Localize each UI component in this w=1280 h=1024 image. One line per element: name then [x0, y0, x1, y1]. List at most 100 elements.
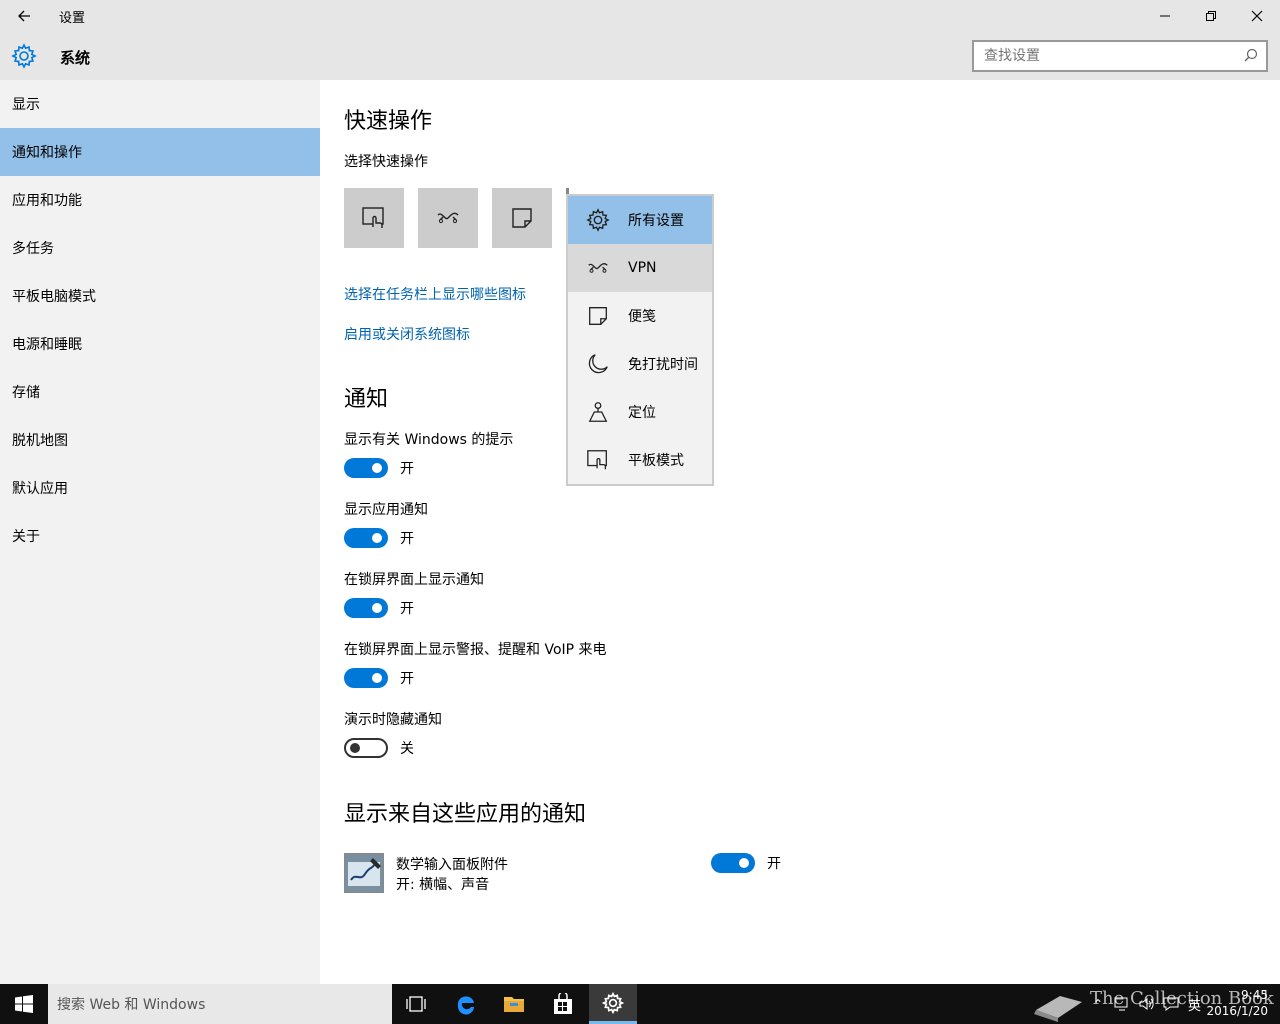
restore-icon	[1206, 11, 1216, 21]
toggle-windows-tips[interactable]: 开	[344, 458, 414, 478]
close-button[interactable]	[1234, 0, 1280, 32]
start-button[interactable]	[0, 984, 48, 1024]
taskbar-clock[interactable]: 9:45 2016/1/20	[1206, 987, 1268, 1019]
dropdown-item-vpn[interactable]: VPN	[568, 244, 712, 292]
show-hidden-icons-chevron-up-icon[interactable]: ⌃	[1088, 997, 1108, 1011]
restore-button[interactable]	[1188, 0, 1234, 32]
toggle-switch[interactable]	[344, 668, 388, 688]
quick-action-slot-2[interactable]	[418, 188, 478, 248]
setting-label-lockscreen-alarms: 在锁屏界面上显示警报、提醒和 VoIP 来电	[344, 642, 607, 658]
link-taskbar-icons[interactable]: 选择在任务栏上显示哪些图标	[344, 284, 526, 304]
sidebar-item-display[interactable]: 显示	[0, 80, 320, 128]
task-view-button[interactable]	[392, 984, 440, 1024]
quick-action-dropdown: 所有设置 VPN 便笺 免打扰时间 定位 平板模式	[566, 194, 714, 486]
clock-time: 9:45	[1241, 988, 1268, 1002]
note-icon	[512, 208, 532, 228]
taskbar-explorer-button[interactable]	[490, 984, 538, 1024]
quick-actions-heading: 快速操作	[344, 109, 433, 134]
volume-icon[interactable]	[1138, 996, 1156, 1012]
setting-label-hide-while-presenting: 演示时隐藏通知	[344, 712, 442, 728]
sidebar-item-apps-features[interactable]: 应用和功能	[0, 176, 320, 224]
app-name[interactable]: 数学输入面板附件	[396, 854, 508, 874]
sidebar: 显示 通知和操作 应用和功能 多任务 平板电脑模式 电源和睡眠 存储 脱机地图 …	[0, 80, 320, 984]
toggle-state-label: 开	[400, 461, 414, 477]
taskbar-store-button[interactable]	[539, 984, 587, 1024]
toggle-state-label: 开	[400, 671, 414, 687]
moon-icon	[588, 354, 608, 374]
network-icon[interactable]	[1114, 996, 1132, 1012]
setting-label-windows-tips: 显示有关 Windows 的提示	[344, 432, 514, 448]
math-input-icon	[345, 854, 383, 892]
dropdown-item-quiet-hours[interactable]: 免打扰时间	[568, 340, 712, 388]
dropdown-item-label: 定位	[628, 405, 656, 421]
quick-action-slot-1[interactable]	[344, 188, 404, 248]
dropdown-item-label: VPN	[628, 260, 657, 276]
gear-icon	[602, 991, 624, 1014]
sidebar-item-about[interactable]: 关于	[0, 512, 320, 560]
action-center-icon[interactable]	[1162, 996, 1180, 1012]
vpn-icon	[588, 263, 608, 273]
dropdown-item-note[interactable]: 便笺	[568, 292, 712, 340]
taskbar-search[interactable]: 搜索 Web 和 Windows	[48, 984, 392, 1024]
toggle-switch[interactable]	[344, 738, 388, 758]
search-icon[interactable]	[1244, 48, 1258, 62]
dropdown-item-label: 便笺	[628, 309, 656, 325]
dropdown-item-label: 所有设置	[628, 213, 684, 229]
settings-header: 系统	[0, 32, 1280, 80]
toggle-app-notifications[interactable]: 开	[344, 528, 414, 548]
minimize-icon	[1160, 15, 1170, 17]
sidebar-item-default-apps[interactable]: 默认应用	[0, 464, 320, 512]
toggle-switch[interactable]	[344, 528, 388, 548]
back-button[interactable]	[0, 0, 48, 32]
sidebar-item-notifications-actions[interactable]: 通知和操作	[0, 128, 320, 176]
title-bar: 设置	[0, 0, 1280, 32]
taskbar-edge-button[interactable]	[442, 984, 490, 1024]
toggle-state-label: 开	[400, 601, 414, 617]
toggle-switch[interactable]	[711, 853, 755, 873]
sidebar-item-offline-maps[interactable]: 脱机地图	[0, 416, 320, 464]
window-title: 设置	[59, 11, 86, 26]
note-icon	[589, 307, 607, 325]
sidebar-item-power-sleep[interactable]: 电源和睡眠	[0, 320, 320, 368]
store-icon	[554, 993, 572, 1014]
dropdown-item-label: 平板模式	[628, 453, 684, 469]
link-system-icons[interactable]: 启用或关闭系统图标	[344, 324, 470, 344]
dropdown-item-tablet-mode[interactable]: 平板模式	[568, 436, 712, 484]
sidebar-item-multitasking[interactable]: 多任务	[0, 224, 320, 272]
toggle-state-label: 关	[400, 741, 414, 757]
dropdown-item-all-settings[interactable]: 所有设置	[568, 196, 712, 244]
system-tray: ⌃ 英	[1088, 984, 1201, 1024]
toggle-app-math-input[interactable]: 开	[711, 853, 781, 873]
minimize-button[interactable]	[1142, 0, 1188, 32]
tablet-mode-icon	[362, 207, 384, 228]
toggle-hide-while-presenting[interactable]: 关	[344, 738, 414, 758]
toggle-state-label: 开	[400, 531, 414, 547]
search-box[interactable]	[972, 40, 1268, 72]
quick-actions-subheading: 选择快速操作	[344, 154, 428, 170]
toggle-state-label: 开	[767, 856, 781, 872]
folder-icon	[504, 997, 524, 1012]
math-input-panel-app-icon	[344, 853, 384, 893]
book-watermark-icon	[1034, 996, 1082, 1022]
dropdown-item-location[interactable]: 定位	[568, 388, 712, 436]
sidebar-item-tablet-mode[interactable]: 平板电脑模式	[0, 272, 320, 320]
dropdown-item-label: 免打扰时间	[628, 357, 698, 373]
task-view-icon	[406, 996, 426, 1012]
setting-label-lockscreen-notifications: 在锁屏界面上显示通知	[344, 572, 484, 588]
toggle-lockscreen-alarms[interactable]: 开	[344, 668, 414, 688]
back-arrow-icon	[18, 10, 30, 22]
toggle-switch[interactable]	[344, 598, 388, 618]
vpn-icon	[437, 212, 459, 224]
sidebar-item-storage[interactable]: 存储	[0, 368, 320, 416]
search-input[interactable]	[974, 42, 1224, 70]
app-detail: 开: 横幅、声音	[396, 877, 490, 893]
ime-indicator[interactable]: 英	[1188, 995, 1201, 1014]
toggle-switch[interactable]	[344, 458, 388, 478]
taskbar: 搜索 Web 和 Windows The Collection Book ⌃ 英…	[0, 984, 1280, 1024]
clock-date: 2016/1/20	[1206, 1004, 1268, 1018]
tablet-mode-icon	[587, 450, 607, 470]
toggle-lockscreen-notifications[interactable]: 开	[344, 598, 414, 618]
quick-action-slot-3[interactable]	[492, 188, 552, 248]
app-notifications-heading: 显示来自这些应用的通知	[344, 802, 587, 827]
taskbar-settings-button[interactable]	[589, 984, 637, 1024]
